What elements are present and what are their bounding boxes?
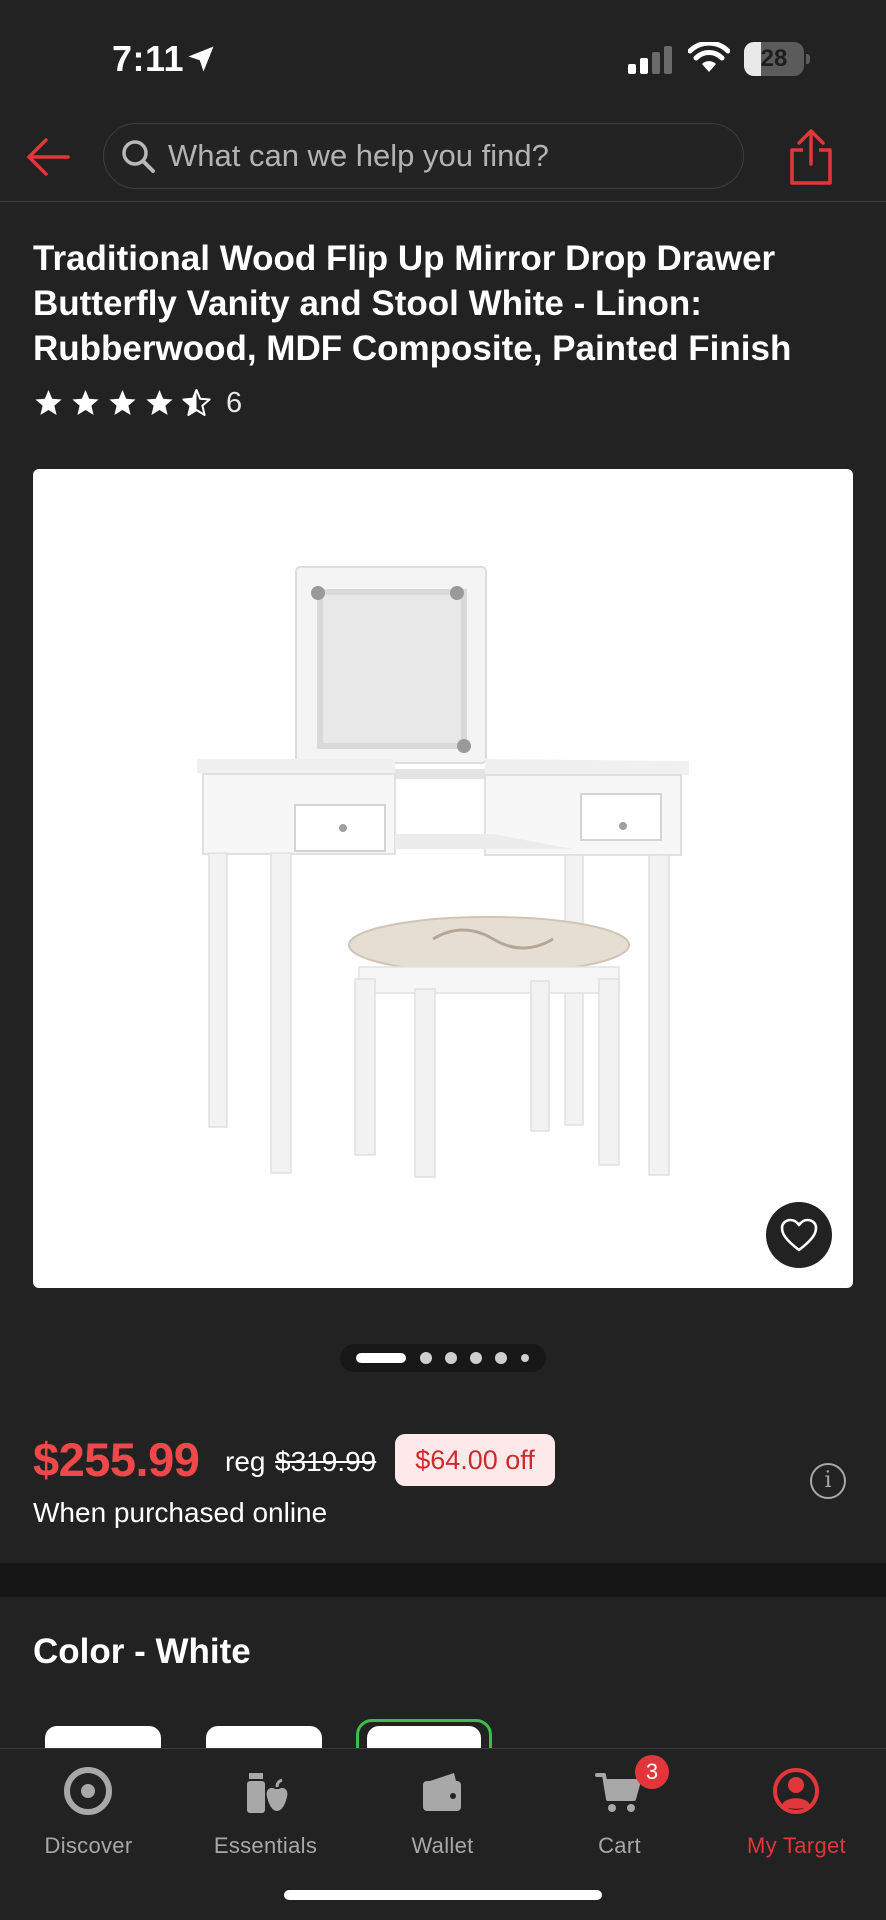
battery-percent: 28	[760, 45, 788, 72]
cellular-signal-icon	[628, 46, 672, 74]
pagination-dot	[445, 1352, 457, 1364]
tab-label: My Target	[747, 1833, 846, 1858]
favorite-button[interactable]	[766, 1202, 832, 1268]
star-full-icon	[146, 389, 173, 415]
account-icon	[773, 1768, 819, 1814]
product-image	[197, 566, 689, 1178]
tab-essentials[interactable]: Essentials	[177, 1749, 354, 1879]
search-header	[0, 110, 886, 202]
tab-label: Discover	[44, 1833, 133, 1858]
pagination-dot-small	[521, 1354, 529, 1362]
variant-label: Color - White	[33, 1632, 251, 1671]
star-full-icon	[35, 389, 62, 415]
tab-my-target[interactable]: My Target	[708, 1749, 885, 1879]
price-note: When purchased online	[33, 1497, 328, 1528]
search-input[interactable]	[168, 124, 728, 188]
review-count[interactable]: 6	[226, 387, 242, 420]
wifi-icon	[688, 42, 730, 72]
tab-discover[interactable]: Discover	[0, 1749, 177, 1879]
home-indicator	[284, 1890, 602, 1900]
tab-label: Cart	[598, 1833, 641, 1858]
cart-count-badge: 3	[635, 1755, 669, 1789]
tab-wallet[interactable]: Wallet	[354, 1749, 531, 1879]
heart-icon	[780, 1218, 818, 1252]
location-arrow-icon	[188, 46, 214, 72]
regular-price-label: reg	[225, 1446, 266, 1477]
product-title: Traditional Wood Flip Up Mirror Drop Dra…	[33, 239, 792, 368]
rating-row[interactable]: 6	[33, 383, 242, 423]
status-bar: 7:11 28	[0, 0, 886, 110]
target-icon	[64, 1767, 112, 1815]
back-arrow-icon[interactable]	[24, 134, 72, 180]
star-full-icon	[72, 389, 99, 415]
star-half-icon	[182, 388, 211, 416]
section-divider	[0, 1563, 886, 1597]
essentials-icon	[247, 1773, 288, 1813]
wallet-icon	[423, 1773, 461, 1811]
image-pagination[interactable]	[340, 1344, 546, 1372]
pagination-dot	[470, 1352, 482, 1364]
search-bar[interactable]	[103, 123, 744, 189]
regular-price: $319.99	[275, 1446, 377, 1477]
star-full-icon	[109, 389, 136, 415]
status-time: 7:11	[112, 38, 185, 79]
pagination-dot-active	[356, 1353, 406, 1363]
product-image-carousel[interactable]	[33, 469, 853, 1288]
info-icon[interactable]: i	[810, 1463, 846, 1499]
tab-cart[interactable]: 3 Cart	[531, 1749, 708, 1879]
sale-price: $255.99	[33, 1433, 200, 1486]
tab-label: Essentials	[213, 1833, 318, 1858]
pagination-dot	[420, 1352, 432, 1364]
share-icon[interactable]	[786, 128, 836, 186]
pagination-dot	[495, 1352, 507, 1364]
tab-label: Wallet	[411, 1833, 474, 1858]
search-icon	[122, 140, 155, 173]
discount-badge: $64.00 off	[395, 1434, 555, 1486]
battery-indicator: 28	[744, 42, 810, 76]
